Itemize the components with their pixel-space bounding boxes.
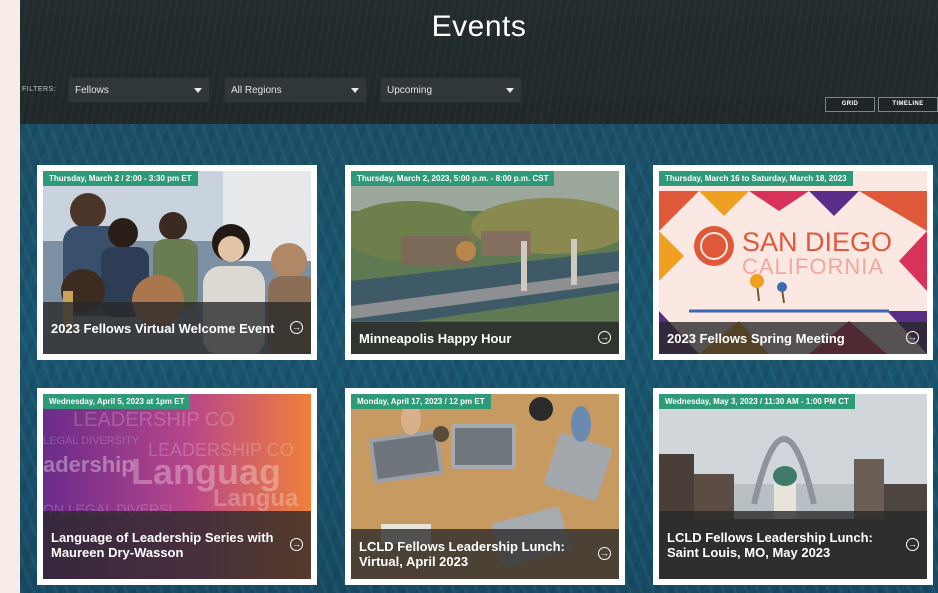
regions-filter-value: All Regions [231, 85, 282, 96]
event-card-media: LEADERSHIP CO LEGAL DIVERSITY LEADERSHIP… [43, 394, 311, 579]
timeline-view-button[interactable]: TIMELINE [878, 97, 938, 112]
event-date-tag: Thursday, March 16 to Saturday, March 18… [659, 171, 853, 186]
event-date-tag: Monday, April 17, 2023 / 12 pm ET [351, 394, 491, 409]
event-caption[interactable]: Minneapolis Happy Hour → [351, 322, 619, 354]
page-title: Events [431, 10, 527, 43]
event-title: LCLD Fellows Leadership Lunch: Virtual, … [359, 539, 565, 569]
event-title: Language of Leadership Series with Maure… [51, 530, 274, 560]
event-date-tag: Wednesday, May 3, 2023 / 11:30 AM - 1:00… [659, 394, 855, 409]
events-page: Events FILTERS: Fellows All Regions Upco… [20, 0, 938, 593]
san-diego-text: SAN DIEGO [742, 227, 892, 257]
timing-filter-dropdown[interactable]: Upcoming [380, 77, 522, 103]
regions-filter-dropdown[interactable]: All Regions [224, 77, 367, 103]
fellows-filter-dropdown[interactable]: Fellows [68, 77, 210, 103]
event-caption[interactable]: 2023 Fellows Virtual Welcome Event → [43, 302, 311, 354]
arrow-right-circle-icon[interactable]: → [598, 547, 611, 560]
chevron-down-icon [194, 88, 202, 93]
fellows-filter-value: Fellows [75, 85, 109, 96]
event-title: LCLD Fellows Leadership Lunch: Saint Lou… [667, 530, 873, 560]
bg-text: LEADERSHIP CO [73, 409, 235, 431]
event-card-media: Thursday, March 2 / 2:00 - 3:30 pm ET 20… [43, 171, 311, 354]
event-title: Minneapolis Happy Hour [359, 330, 512, 346]
event-card[interactable]: LEADERSHIP CO LEGAL DIVERSITY LEADERSHIP… [37, 388, 317, 585]
event-caption[interactable]: LCLD Fellows Leadership Lunch: Saint Lou… [659, 511, 927, 579]
event-title: 2023 Fellows Virtual Welcome Event [51, 320, 275, 336]
event-caption[interactable]: 2023 Fellows Spring Meeting → [659, 322, 927, 354]
arrow-right-circle-icon[interactable]: → [906, 331, 919, 344]
event-date-tag: Thursday, March 2 / 2:00 - 3:30 pm ET [43, 171, 198, 186]
event-card[interactable]: Wednesday, May 3, 2023 / 11:30 AM - 1:00… [653, 388, 933, 585]
bg-text: Langua [213, 485, 299, 512]
event-card[interactable]: Thursday, March 2 / 2:00 - 3:30 pm ET 20… [37, 165, 317, 360]
event-date-tag: Thursday, March 2, 2023, 5:00 p.m. - 8:0… [351, 171, 555, 186]
event-card[interactable]: Thursday, March 2, 2023, 5:00 p.m. - 8:0… [345, 165, 625, 360]
event-card[interactable]: SAN DIEGO CALIFORNIA Thursday, March 16 … [653, 165, 933, 360]
chevron-down-icon [506, 88, 514, 93]
california-text: CALIFORNIA [742, 254, 884, 279]
event-caption[interactable]: LCLD Fellows Leadership Lunch: Virtual, … [351, 529, 619, 579]
arrow-right-circle-icon[interactable]: → [598, 331, 611, 344]
event-card[interactable]: Monday, April 17, 2023 / 12 pm ET LCLD F… [345, 388, 625, 585]
event-card-media: Monday, April 17, 2023 / 12 pm ET LCLD F… [351, 394, 619, 579]
event-card-media: Thursday, March 2, 2023, 5:00 p.m. - 8:0… [351, 171, 619, 354]
arrow-right-circle-icon[interactable]: → [290, 538, 303, 551]
chevron-down-icon [351, 88, 359, 93]
event-caption[interactable]: Language of Leadership Series with Maure… [43, 511, 311, 579]
filters-label: FILTERS: [22, 86, 57, 93]
event-title: 2023 Fellows Spring Meeting [667, 330, 845, 346]
event-card-media: SAN DIEGO CALIFORNIA Thursday, March 16 … [659, 171, 927, 354]
timing-filter-value: Upcoming [387, 85, 433, 96]
arrow-right-circle-icon[interactable]: → [290, 321, 303, 334]
event-date-tag: Wednesday, April 5, 2023 at 1pm ET [43, 394, 191, 409]
grid-view-button[interactable]: GRID [825, 97, 875, 112]
event-card-media: Wednesday, May 3, 2023 / 11:30 AM - 1:00… [659, 394, 927, 579]
bg-text: LEGAL DIVERSITY [43, 435, 140, 447]
arrow-right-circle-icon[interactable]: → [906, 538, 919, 551]
bg-text: adership [43, 452, 135, 477]
